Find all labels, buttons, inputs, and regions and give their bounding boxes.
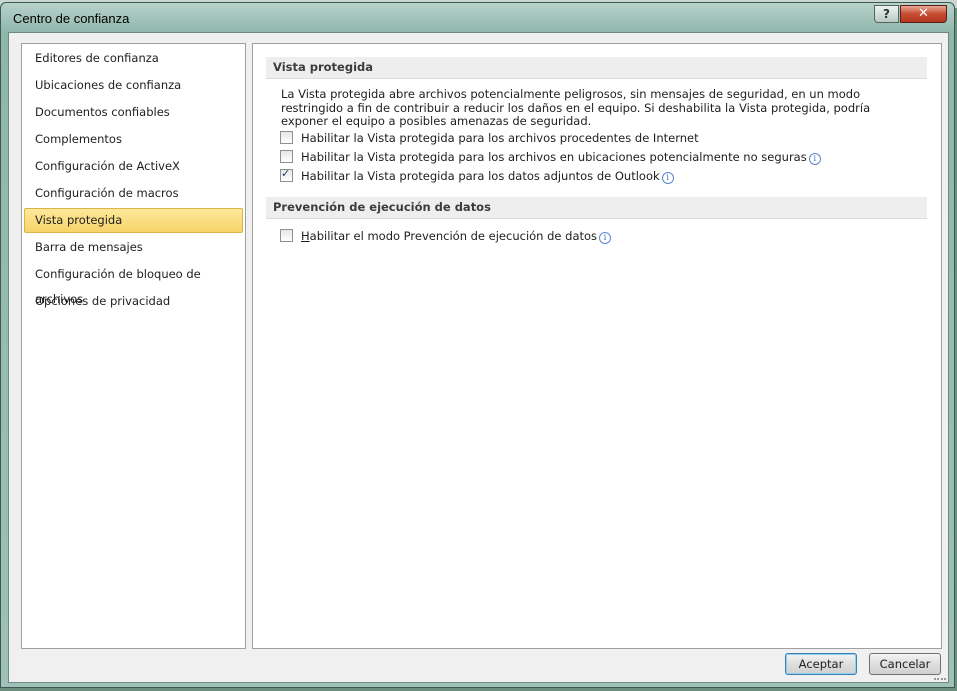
- option-label: Habilitar el modo Prevención de ejecució…: [301, 229, 598, 243]
- checkmark-icon: ✓: [281, 167, 291, 180]
- ok-button[interactable]: Aceptar: [785, 653, 857, 675]
- dialog-body: Editores de confianza Ubicaciones de con…: [8, 32, 949, 683]
- sidebar-item-protected-view[interactable]: Vista protegida: [24, 208, 243, 233]
- info-icon[interactable]: i: [599, 232, 612, 244]
- option-label: Habilitar la Vista protegida para los da…: [301, 169, 660, 183]
- checkbox-dep-mode[interactable]: [280, 229, 293, 242]
- checkbox-unsafe-locations[interactable]: [280, 150, 293, 163]
- option-outlook-attachments[interactable]: ✓ Habilitar la Vista protegida para los d…: [280, 167, 674, 185]
- section-header-dep: Prevención de ejecución de datos: [266, 197, 927, 219]
- dialog-title: Centro de confianza: [13, 11, 130, 26]
- option-label: Habilitar la Vista protegida para los ar…: [301, 150, 807, 164]
- section-header-protected-view: Vista protegida: [266, 57, 927, 79]
- sidebar-item-macro-settings[interactable]: Configuración de macros: [24, 181, 243, 206]
- info-icon[interactable]: i: [661, 172, 674, 184]
- option-label: Habilitar la Vista protegida para los ar…: [301, 131, 699, 145]
- sidebar-item-file-block-settings[interactable]: Configuración de bloqueo de archivos: [24, 262, 243, 306]
- cancel-button[interactable]: Cancelar: [869, 653, 941, 675]
- sidebar-item-message-bar[interactable]: Barra de mensajes: [24, 235, 243, 260]
- sidebar-item-add-ins[interactable]: Complementos: [24, 127, 243, 152]
- option-internet-files[interactable]: Habilitar la Vista protegida para los ar…: [280, 131, 699, 147]
- checkbox-internet-files[interactable]: [280, 131, 293, 144]
- sidebar-item-privacy-options[interactable]: Opciones de privacidad: [24, 289, 243, 314]
- category-list: Editores de confianza Ubicaciones de con…: [21, 43, 246, 649]
- sidebar-item-trusted-publishers[interactable]: Editores de confianza: [24, 46, 243, 71]
- close-button[interactable]: ✕: [900, 5, 947, 23]
- sidebar-item-activex-settings[interactable]: Configuración de ActiveX: [24, 154, 243, 179]
- resize-grip-icon[interactable]: [934, 672, 946, 680]
- protected-view-description: La Vista protegida abre archivos potenci…: [281, 87, 871, 128]
- sidebar-item-trusted-locations[interactable]: Ubicaciones de confianza: [24, 73, 243, 98]
- sidebar-item-trusted-documents[interactable]: Documentos confiables: [24, 100, 243, 125]
- info-icon[interactable]: i: [808, 153, 821, 165]
- settings-panel: Vista protegida La Vista protegida abre …: [252, 43, 942, 649]
- option-unsafe-locations[interactable]: Habilitar la Vista protegida para los ar…: [280, 150, 821, 166]
- option-dep-mode[interactable]: Habilitar el modo Prevención de ejecució…: [280, 229, 612, 245]
- checkbox-outlook-attachments[interactable]: ✓: [280, 167, 293, 182]
- help-button[interactable]: ?: [874, 5, 899, 23]
- trust-center-dialog: Centro de confianza ? ✕ Editores de conf…: [0, 2, 955, 688]
